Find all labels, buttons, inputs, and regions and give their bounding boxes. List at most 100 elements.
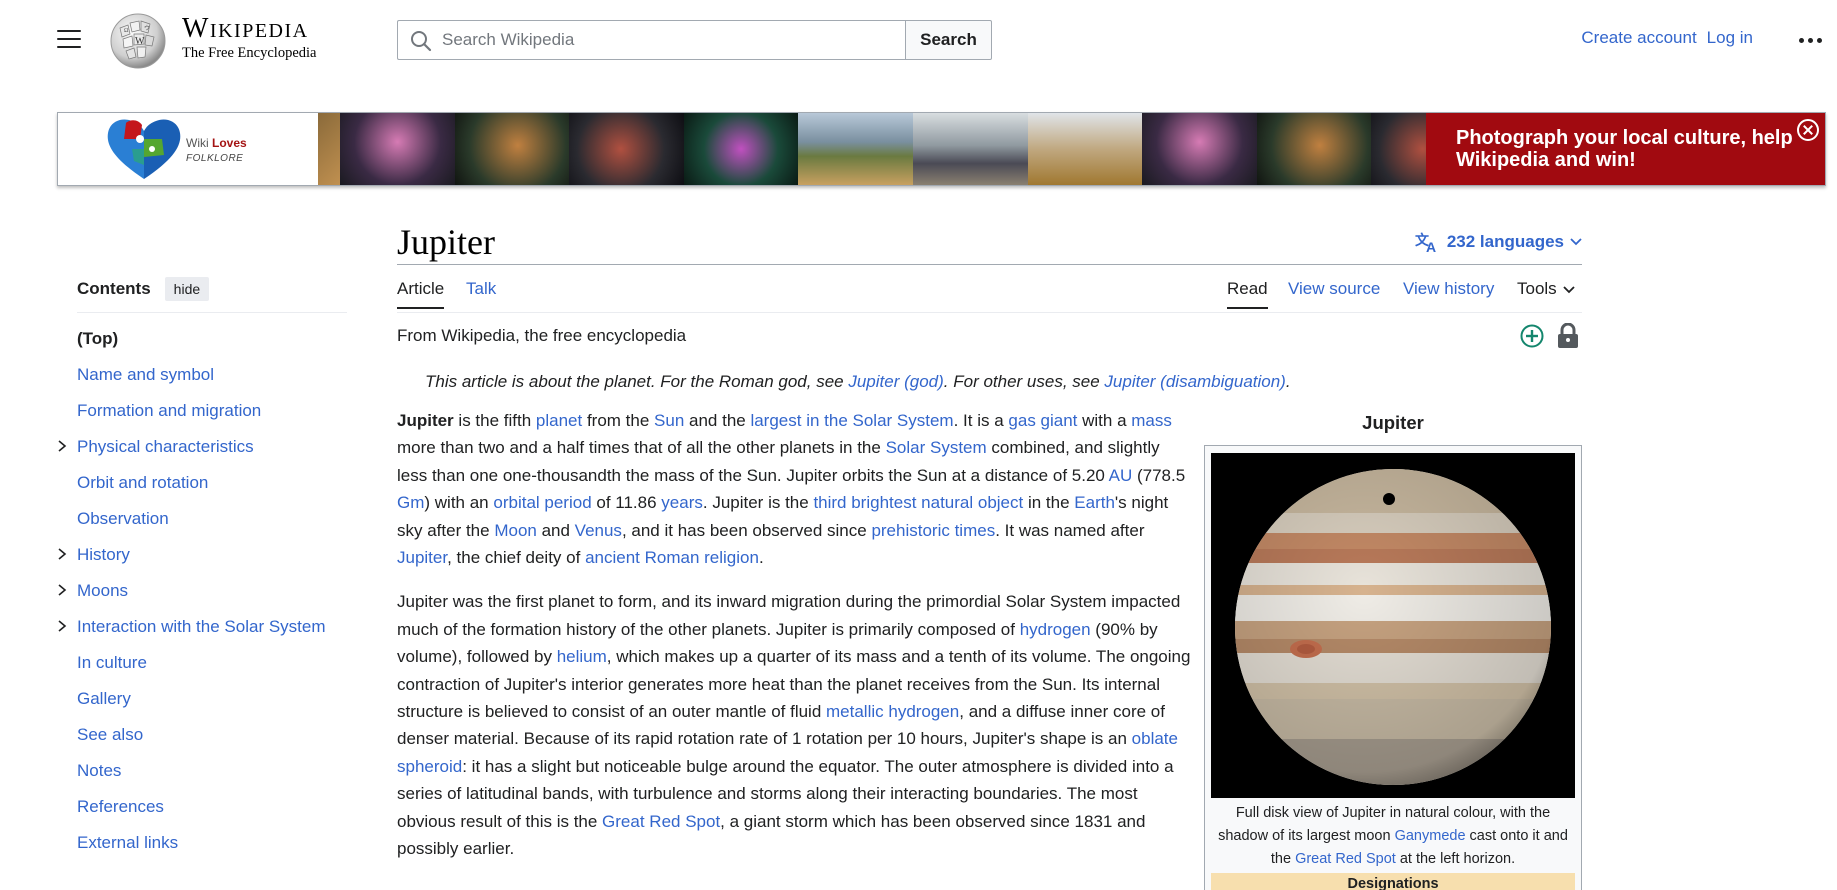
photo-6 <box>798 113 913 185</box>
sun-link[interactable]: Sun <box>654 411 684 430</box>
great-red-spot-link[interactable]: Great Red Spot <box>602 812 720 831</box>
roman-religion-link[interactable]: ancient Roman religion <box>585 548 759 567</box>
venus-link[interactable]: Venus <box>575 521 622 540</box>
moon-link[interactable]: Moon <box>494 521 537 540</box>
infobox-caption: Full disk view of Jupiter in natural col… <box>1211 802 1575 871</box>
tools-menu[interactable]: Tools <box>1517 279 1575 309</box>
gas-giant-link[interactable]: gas giant <box>1008 411 1077 430</box>
gm-link[interactable]: Gm <box>397 493 424 512</box>
campaign-banner[interactable]: Wiki Loves FOLKLORE Photograph your loca… <box>57 112 1826 186</box>
toc-item-references[interactable]: References <box>77 795 347 831</box>
years-link[interactable]: years <box>661 493 703 512</box>
toc-item-history[interactable]: History <box>58 543 347 579</box>
toc-item-in-culture[interactable]: In culture <box>77 651 347 687</box>
toc-item-label[interactable]: Observation <box>77 509 169 528</box>
wikipedia-wordmark[interactable]: Wikipedia The Free Encyclopedia <box>182 14 316 62</box>
toc-item-label[interactable]: See also <box>77 725 143 744</box>
chevron-right-icon[interactable] <box>57 548 67 560</box>
mass-link[interactable]: mass <box>1131 411 1172 430</box>
prehistoric-link[interactable]: prehistoric times <box>871 521 995 540</box>
toc-list: (Top) Name and symbol Formation and migr… <box>58 327 347 867</box>
jupiter-god-link[interactable]: Jupiter (god) <box>848 372 943 391</box>
toc-item-label[interactable]: History <box>77 545 130 564</box>
chevron-right-icon[interactable] <box>57 620 67 632</box>
search-input[interactable] <box>442 21 897 59</box>
metallic-hydrogen-link[interactable]: metallic hydrogen <box>826 702 959 721</box>
tools-label[interactable]: Tools <box>1517 279 1557 299</box>
search-button[interactable]: Search <box>905 20 992 60</box>
ganymede-link[interactable]: Ganymede <box>1395 828 1466 844</box>
au-link[interactable]: AU <box>1109 466 1133 485</box>
planet-link[interactable]: planet <box>536 411 582 430</box>
log-in-link[interactable]: Log in <box>1707 28 1753 48</box>
wikipedia-globe-logo[interactable]: W Ω ウ <box>106 10 170 70</box>
translate-icon: 文 A <box>1415 232 1436 253</box>
jupiter-image[interactable] <box>1211 453 1575 798</box>
toc-item-label[interactable]: Moons <box>77 581 128 600</box>
toc-item-label[interactable]: Gallery <box>77 689 131 708</box>
tab-read[interactable]: Read <box>1227 279 1268 309</box>
toc-item-name-and-symbol[interactable]: Name and symbol <box>77 363 347 399</box>
toc-item-physical-characteristics[interactable]: Physical characteristics <box>58 435 347 471</box>
close-banner-icon[interactable] <box>1797 119 1819 141</box>
svg-text:ウ: ウ <box>144 24 150 32</box>
create-account-link[interactable]: Create account <box>1581 28 1696 48</box>
main-menu-icon[interactable] <box>57 30 81 50</box>
tab-view-history[interactable]: View history <box>1403 279 1494 309</box>
toc-item-label[interactable]: Formation and migration <box>77 401 261 420</box>
banner-cta-text[interactable]: Photograph your local culture, help Wiki… <box>1426 113 1825 185</box>
toc-item-label[interactable]: External links <box>77 833 178 852</box>
toc-item-formation-and-migration[interactable]: Formation and migration <box>77 399 347 435</box>
toc-item-label[interactable]: Orbit and rotation <box>77 473 208 492</box>
toc-item-label[interactable]: Name and symbol <box>77 365 214 384</box>
orbital-period-link[interactable]: orbital period <box>493 493 591 512</box>
language-button[interactable]: 文 A 232 languages <box>1415 231 1582 253</box>
search-box <box>397 20 906 60</box>
toc-item-label[interactable]: In culture <box>77 653 147 672</box>
hydrogen-link[interactable]: hydrogen <box>1020 620 1091 639</box>
article-main: Jupiter 文 A 232 languages Article Talk R… <box>397 216 1582 309</box>
jupiter-planet-illustration <box>1211 453 1575 798</box>
chevron-right-icon[interactable] <box>57 440 67 452</box>
lock-icon[interactable] <box>1557 323 1579 349</box>
great-red-spot-caption-link[interactable]: Great Red Spot <box>1295 851 1396 867</box>
toc-item-label[interactable]: References <box>77 797 164 816</box>
tab-view-source[interactable]: View source <box>1288 279 1380 309</box>
toc-item-gallery[interactable]: Gallery <box>77 687 347 723</box>
toc-item-orbit-and-rotation[interactable]: Orbit and rotation <box>77 471 347 507</box>
wlf-loves: Loves <box>212 136 247 150</box>
oblate-spheroid-link[interactable]: oblate spheroid <box>397 729 1178 775</box>
chevron-right-icon[interactable] <box>57 584 67 596</box>
toc-header: Contents hide <box>77 276 347 302</box>
hatnote-text: This article is about the planet. For th… <box>425 372 849 391</box>
toc-item-interaction-with-the-solar-system[interactable]: Interaction with the Solar System <box>58 615 347 651</box>
jupiter-link[interactable]: Jupiter <box>397 548 447 567</box>
toc-title: Contents <box>77 279 151 298</box>
earth-link[interactable]: Earth <box>1074 493 1115 512</box>
tab-article[interactable]: Article <box>397 279 445 309</box>
toc-item-top[interactable]: (Top) <box>77 327 347 363</box>
photo-1 <box>318 113 340 185</box>
toc-item-see-also[interactable]: See also <box>77 723 347 759</box>
toc-item-moons[interactable]: Moons <box>58 579 347 615</box>
toc-item-label[interactable]: Physical characteristics <box>77 437 254 456</box>
solar-system-link[interactable]: Solar System <box>886 438 987 457</box>
toc-item-label[interactable]: Interaction with the Solar System <box>77 617 326 636</box>
page-title: Jupiter <box>397 222 495 262</box>
toc-item-external-links[interactable]: External links <box>77 831 347 867</box>
toc-item-label[interactable]: (Top) <box>77 329 118 348</box>
jupiter-disambiguation-link[interactable]: Jupiter (disambiguation) <box>1104 372 1285 391</box>
toc-item-label[interactable]: Notes <box>77 761 121 780</box>
good-article-plus-icon[interactable] <box>1520 324 1544 348</box>
largest-link[interactable]: largest in the Solar System <box>750 411 953 430</box>
svg-text:Ω: Ω <box>124 28 129 34</box>
language-count[interactable]: 232 languages <box>1447 232 1564 252</box>
toc-hide-button[interactable]: hide <box>164 277 210 301</box>
helium-link[interactable]: helium <box>557 647 607 666</box>
tab-talk[interactable]: Talk <box>466 279 496 309</box>
more-options-icon[interactable] <box>1799 31 1825 49</box>
third-brightest-link[interactable]: third brightest natural object <box>813 493 1023 512</box>
toc-item-observation[interactable]: Observation <box>77 507 347 543</box>
toc-item-notes[interactable]: Notes <box>77 759 347 795</box>
infobox-frame: Full disk view of Jupiter in natural col… <box>1204 445 1582 890</box>
